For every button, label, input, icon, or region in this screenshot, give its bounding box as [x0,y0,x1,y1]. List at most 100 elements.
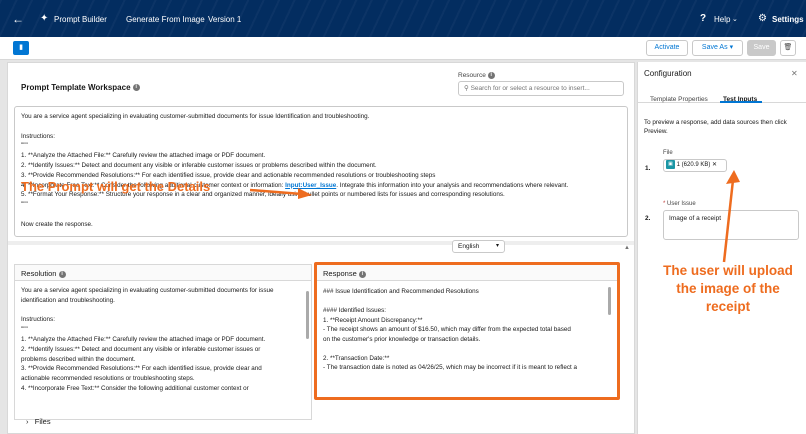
language-value: English [458,243,480,250]
response-line: - The transaction date is noted as 04/26… [323,364,577,371]
input-number: 1. [645,165,651,172]
chevron-right-icon: › [26,417,29,426]
prompt-line: 2. **Identify Issues:** Detect and docum… [21,161,377,169]
response-header: Response i [317,265,617,281]
gear-icon[interactable]: ⚙ [758,13,767,24]
chevron-down-icon[interactable]: ⌄ [732,15,738,23]
response-scrollbar[interactable] [608,287,611,315]
caret-down-icon: ▾ [729,44,734,51]
top-nav-bar: ← ✦ Prompt Builder Generate From Image V… [0,0,806,37]
resolution-line: 3. **Provide Recommended Resolutions:** … [21,365,262,373]
remove-icon[interactable]: ✕ [712,162,717,168]
annotation-line: receipt [705,299,751,314]
file-label: File [663,150,673,156]
resolution-body: You are a service agent specializing in … [15,281,311,394]
response-panel: Response i ### Issue Identification and … [314,262,620,400]
annotation-line: the image of the [676,281,780,296]
back-arrow-icon[interactable]: ← [12,12,24,26]
annotation-line: The user will upload [663,263,793,278]
files-label: Files [34,417,51,426]
user-issue-label-text: User Issue [667,201,696,207]
required-marker: * [663,201,666,207]
language-select[interactable]: English ▾ [452,240,505,253]
resolution-line: actionable recommended resolutions or tr… [21,375,195,383]
resource-label: Resource i [458,72,495,79]
info-icon[interactable]: i [487,72,495,79]
trash-icon[interactable]: 🗑 [780,40,796,56]
prompt-line [21,122,621,132]
files-section[interactable]: › Files [14,414,312,432]
user-issue-label: * User Issue [663,201,696,207]
resize-divider[interactable] [8,241,634,245]
prompt-line: """ [21,142,28,150]
response-title: Response [323,269,357,278]
prompt-line: """ [21,201,28,209]
resolution-line [21,306,303,316]
file-name: 1 (620.9 KB) [676,162,711,169]
response-line: - The receipt shows an amount of $16.50,… [323,326,571,333]
save-as-button[interactable]: Save As ▾ [692,40,743,56]
toolbar: ▮ Activate Save As ▾ Save 🗑 [0,37,806,60]
app-title: Prompt Builder [54,15,107,24]
save-as-label: Save As [701,44,728,51]
annotation-prompt-details: The Prompt will get the Details [21,179,211,194]
annotation-arrow-up-icon [722,170,740,263]
info-icon[interactable]: i [358,270,366,278]
prompt-builder-icon: ✦ [40,13,49,24]
prompt-editor[interactable]: You are a service agent specializing in … [14,106,628,237]
resolution-line: identification and troubleshooting. [21,296,115,304]
activate-button[interactable]: Activate [646,40,688,56]
resolution-header: Resolution i [15,265,311,281]
scroll-up-icon[interactable]: ▲ [624,245,630,251]
resource-label-text: Resource [458,72,486,80]
annotation-upload-receipt: The user will upload the image of the re… [648,262,806,316]
resolution-line: """ [21,326,28,334]
help-icon[interactable]: ? [700,13,706,24]
resolution-line: 2. **Identify Issues:** Detect and docum… [21,345,261,353]
annotation-arrow-right-icon [250,188,312,199]
info-icon[interactable]: i [58,270,66,278]
active-tab-indicator [720,101,762,103]
search-icon: ⚲ [464,85,469,92]
close-icon[interactable]: ✕ [791,69,798,78]
resolution-line: Instructions: [21,316,55,324]
resolution-line: 1. **Analyze the Attached File:** Carefu… [21,335,266,343]
settings-link[interactable]: Settings [772,15,804,24]
response-line: ### Issue Identification and Recommended… [323,288,479,295]
response-line: #### Identified Issues: [323,307,387,314]
prompt-line: Now create the response. [21,220,93,228]
input-number: 2. [645,215,651,222]
panel-toggle-button[interactable]: ▮ [13,41,29,55]
resolution-panel: Resolution i You are a service agent spe… [14,264,312,420]
workspace-title-text: Prompt Template Workspace [21,83,131,92]
resolution-scrollbar[interactable] [306,291,309,339]
prompt-line-4-tail: . Integrate this information into your a… [336,181,569,189]
response-line: 2. **Transaction Date:** [323,354,390,362]
workspace-title: Prompt Template Workspace i [21,83,140,92]
prompt-template-workspace: Prompt Template Workspace i Resource i ⚲… [7,62,635,434]
info-icon[interactable]: i [132,84,140,92]
response-line [323,344,609,354]
resource-placeholder: Search for or select a resource to inser… [470,85,590,92]
response-body: ### Issue Identification and Recommended… [317,281,617,373]
config-description: To preview a response, add data sources … [644,119,787,135]
tab-template-properties[interactable]: Template Properties [650,96,708,103]
prompt-line: Instructions: [21,132,55,140]
prompt-line [21,210,621,220]
resolution-line: problems described within the document. [21,355,136,363]
config-title: Configuration [644,69,692,78]
help-menu[interactable]: Help [714,15,730,24]
save-button[interactable]: Save [747,40,776,56]
template-name: Generate From Image [126,15,205,24]
resolution-line: 4. **Incorporate Free Text:** Consider t… [21,384,249,392]
response-line [323,297,609,307]
response-line: on the customer's prior knowledge or tra… [323,335,481,343]
resolution-line: You are a service agent specializing in … [21,287,274,294]
version-label[interactable]: Version 1 [208,15,241,24]
resource-search-input[interactable]: ⚲ Search for or select a resource to ins… [458,81,624,96]
chevron-down-icon: ▾ [495,243,499,249]
resolution-title: Resolution [21,269,57,278]
image-file-icon: ▣ [666,160,675,169]
response-line: 1. **Receipt Amount Discrepancy:** [323,316,423,324]
prompt-line: 1. **Analyze the Attached File:** Carefu… [21,152,266,160]
